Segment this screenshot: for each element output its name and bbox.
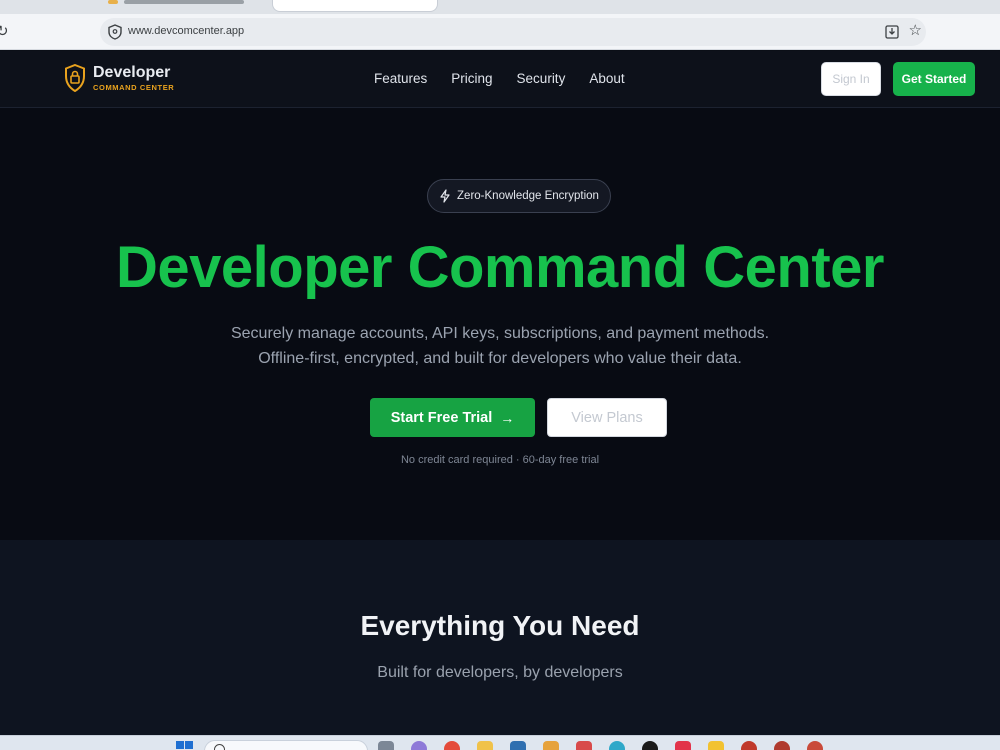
taskbar-app-icon[interactable] (774, 741, 790, 750)
hero-subtitle: Securely manage accounts, API keys, subs… (200, 321, 800, 371)
get-started-button[interactable]: Get Started (893, 62, 975, 96)
taskbar-search[interactable] (204, 740, 368, 750)
windows-start-icon[interactable] (176, 741, 193, 750)
nav-link-about[interactable]: About (589, 71, 624, 86)
start-free-trial-label: Start Free Trial (390, 409, 493, 426)
browser-tab-strip (0, 0, 1000, 14)
taskbar-app-icon[interactable] (378, 741, 394, 750)
features-subtitle: Built for developers, by developers (377, 664, 623, 681)
hero-section: Zero-Knowledge Encryption Developer Comm… (0, 108, 1000, 540)
sign-in-button[interactable]: Sign In (821, 62, 881, 96)
view-plans-button[interactable]: View Plans (547, 398, 667, 437)
features-section: Everything You Need Built for developers… (0, 540, 1000, 735)
download-icon[interactable] (884, 24, 900, 40)
search-icon (214, 744, 225, 750)
hero-title: Developer Command Center (116, 235, 884, 300)
taskbar-app-icon[interactable] (411, 741, 427, 750)
inactive-tab[interactable] (108, 0, 118, 4)
nav-link-pricing[interactable]: Pricing (451, 71, 492, 86)
nav-link-security[interactable]: Security (517, 71, 566, 86)
address-bar[interactable]: www.devcomcenter.app ☆ (100, 18, 926, 46)
taskbar-app-icon[interactable] (609, 741, 625, 750)
taskbar-app-icon[interactable] (444, 741, 460, 750)
url-text[interactable]: www.devcomcenter.app (128, 25, 244, 37)
main-nav: Features Pricing Security About (374, 71, 625, 86)
reload-icon[interactable]: ↻ (0, 22, 9, 40)
bookmark-star-icon[interactable]: ☆ (909, 23, 922, 39)
browser-toolbar: ↻ www.devcomcenter.app ☆ (0, 14, 1000, 50)
taskbar-app-icon[interactable] (642, 741, 658, 750)
taskbar-app-icon[interactable] (576, 741, 592, 750)
site-header: Developer COMMAND CENTER Features Pricin… (0, 51, 1000, 108)
taskbar-app-icon[interactable] (741, 741, 757, 750)
features-title: Everything You Need (360, 610, 640, 641)
taskbar-app-icon[interactable] (477, 741, 493, 750)
taskbar-app-icon[interactable] (807, 741, 823, 750)
lightning-bolt-icon (440, 189, 450, 203)
trial-fine-print: No credit card required · 60-day free tr… (400, 454, 600, 466)
brand-logo[interactable]: Developer COMMAND CENTER (64, 64, 174, 92)
taskbar-app-icon[interactable] (675, 741, 691, 750)
inactive-tab[interactable] (124, 0, 244, 4)
taskbar-app-icon[interactable] (543, 741, 559, 750)
hero-subtitle-line-2: Offline-first, encrypted, and built for … (258, 350, 742, 367)
encryption-badge: Zero-Knowledge Encryption (427, 179, 611, 213)
taskbar-app-icon[interactable] (708, 741, 724, 750)
taskbar-app-icon[interactable] (510, 741, 526, 750)
os-taskbar (0, 735, 1000, 750)
brand-name: Developer (93, 64, 171, 81)
arrow-right-icon: → (500, 409, 515, 426)
active-tab[interactable] (272, 0, 438, 12)
start-free-trial-button[interactable]: Start Free Trial → (370, 398, 535, 437)
brand-subtitle: COMMAND CENTER (93, 83, 175, 92)
badge-label: Zero-Knowledge Encryption (457, 190, 599, 202)
nav-link-features[interactable]: Features (374, 71, 427, 86)
shield-lock-icon (65, 64, 85, 92)
hero-subtitle-line-1: Securely manage accounts, API keys, subs… (230, 325, 770, 342)
site-info-icon[interactable] (106, 23, 124, 41)
